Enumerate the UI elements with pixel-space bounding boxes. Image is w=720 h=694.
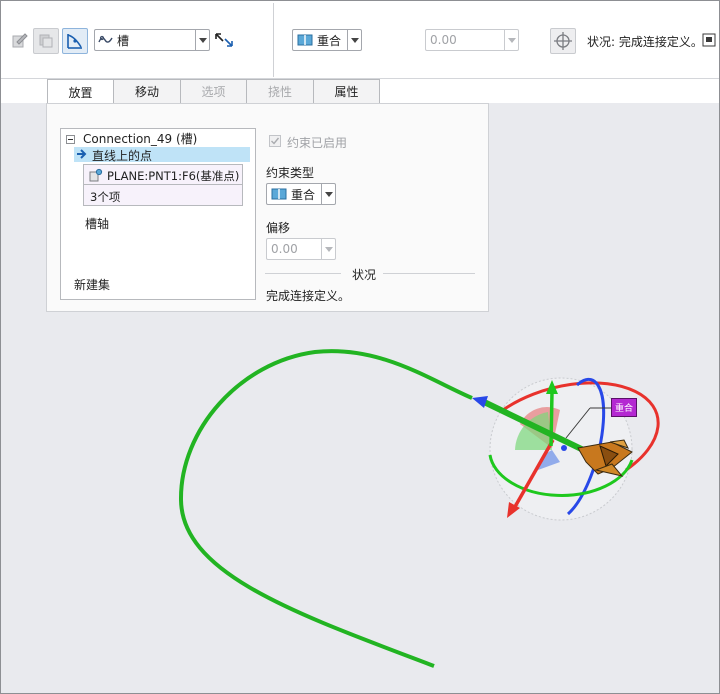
graphics-viewport[interactable] bbox=[0, 0, 720, 694]
slot-path-curve[interactable] bbox=[178, 349, 473, 668]
constraint-tag[interactable]: 重合 bbox=[611, 398, 637, 417]
arrow-z-icon[interactable] bbox=[472, 396, 488, 408]
